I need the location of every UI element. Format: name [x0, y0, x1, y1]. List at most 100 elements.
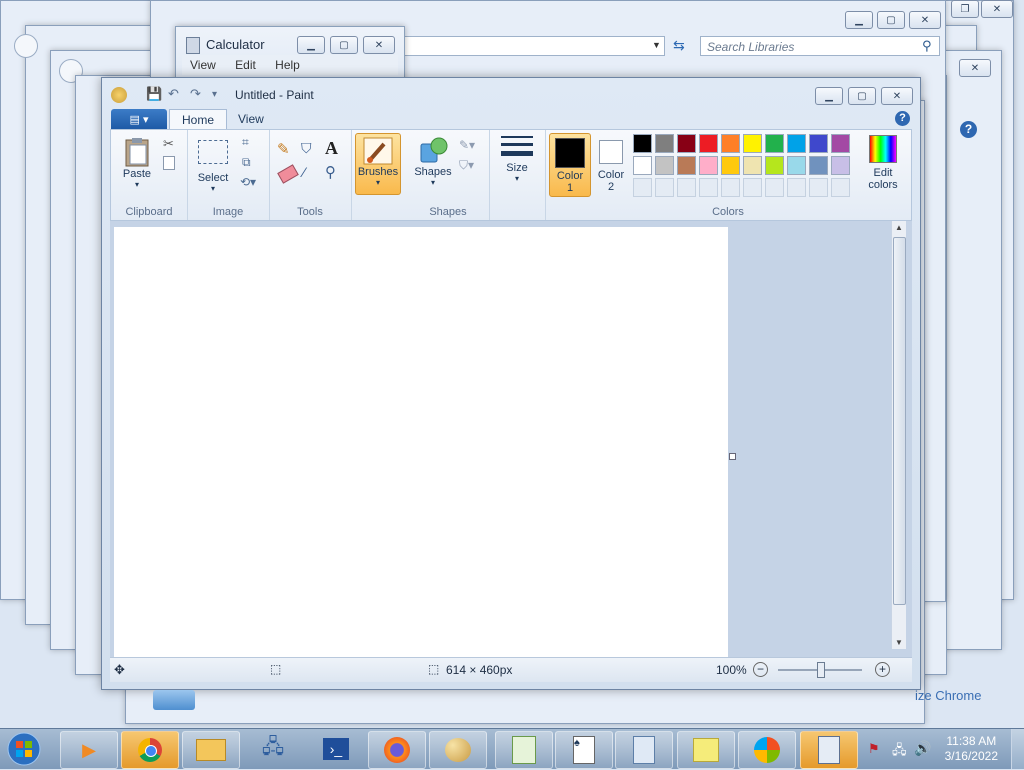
palette-custom-slot[interactable]: [831, 178, 850, 197]
edit-colors-button[interactable]: Edit colors: [863, 133, 903, 191]
action-center-icon[interactable]: ⚑: [868, 741, 880, 757]
taskbar-solitaire[interactable]: ♠: [555, 731, 613, 769]
palette-color-swatch[interactable]: [633, 156, 652, 175]
rotate-icon[interactable]: ⟲▾: [240, 175, 256, 189]
taskbar-powershell[interactable]: ›_: [308, 731, 364, 767]
taskbar-firefox[interactable]: [368, 731, 426, 769]
taskbar-network[interactable]: 🖧: [245, 731, 301, 767]
resize-icon[interactable]: ⧉: [242, 155, 251, 170]
brushes-button[interactable]: Brushes ▾: [355, 133, 401, 195]
palette-color-swatch[interactable]: [765, 156, 784, 175]
crop-icon[interactable]: ⌗: [242, 135, 249, 150]
palette-custom-slot[interactable]: [655, 178, 674, 197]
palette-color-swatch[interactable]: [721, 156, 740, 175]
palette-custom-slot[interactable]: [699, 178, 718, 197]
palette-color-swatch[interactable]: [809, 156, 828, 175]
color2-button[interactable]: Color 2: [593, 133, 629, 195]
palette-color-swatch[interactable]: [831, 156, 850, 175]
palette-custom-slot[interactable]: [633, 178, 652, 197]
eraser-icon[interactable]: [277, 164, 299, 184]
palette-color-swatch[interactable]: [787, 156, 806, 175]
palette-color-swatch[interactable]: [677, 134, 696, 153]
select-button[interactable]: Select ▾: [191, 136, 235, 193]
size-button[interactable]: Size ▾: [495, 136, 539, 183]
palette-color-swatch[interactable]: [655, 134, 674, 153]
maximize-button[interactable]: ▢: [877, 11, 905, 29]
restore-button[interactable]: ❐: [951, 0, 979, 18]
close-button[interactable]: ✕: [881, 87, 913, 105]
palette-color-swatch[interactable]: [743, 156, 762, 175]
palette-color-swatch[interactable]: [831, 134, 850, 153]
palette-color-swatch[interactable]: [699, 156, 718, 175]
minimize-button[interactable]: ▁: [815, 87, 843, 105]
vertical-scrollbar[interactable]: ▲ ▼: [891, 221, 906, 649]
taskbar-chrome[interactable]: [121, 731, 179, 769]
close-button[interactable]: ✕: [981, 0, 1013, 18]
taskbar-sticky-notes[interactable]: [677, 731, 735, 769]
shapes-button[interactable]: Shapes ▾: [411, 136, 455, 187]
palette-color-swatch[interactable]: [787, 134, 806, 153]
palette-color-swatch[interactable]: [721, 134, 740, 153]
help-icon[interactable]: ?: [960, 121, 977, 138]
menu-help[interactable]: Help: [275, 58, 300, 72]
scroll-up-arrow[interactable]: ▲: [892, 221, 906, 232]
palette-color-swatch[interactable]: [633, 134, 652, 153]
zoom-slider-thumb[interactable]: [817, 662, 825, 678]
taskbar-document[interactable]: [615, 731, 673, 769]
palette-color-swatch[interactable]: [743, 134, 762, 153]
zoom-out-icon[interactable]: −: [753, 662, 768, 677]
save-icon[interactable]: 💾: [146, 86, 162, 102]
redo-icon[interactable]: ↷: [190, 86, 201, 102]
palette-custom-slot[interactable]: [765, 178, 784, 197]
pencil-icon[interactable]: ✎: [277, 140, 297, 160]
address-bar[interactable]: [403, 36, 665, 56]
magnifier-icon[interactable]: ⚲: [325, 163, 336, 181]
palette-color-swatch[interactable]: [699, 134, 718, 153]
close-button[interactable]: ✕: [909, 11, 941, 29]
show-desktop-button[interactable]: [1011, 729, 1024, 769]
scroll-down-arrow[interactable]: ▼: [892, 638, 906, 647]
start-button[interactable]: [6, 731, 44, 767]
color1-button[interactable]: Color 1: [549, 133, 591, 197]
color-picker-icon[interactable]: ⁄: [303, 164, 305, 180]
close-button[interactable]: ✕: [959, 59, 991, 77]
palette-color-swatch[interactable]: [765, 134, 784, 153]
taskbar-paint[interactable]: [429, 731, 487, 769]
outline-icon[interactable]: ✎▾: [459, 138, 475, 152]
minimize-button[interactable]: ▁: [845, 11, 873, 29]
search-icon[interactable]: ⚲: [922, 38, 932, 54]
undo-icon[interactable]: ↶: [168, 86, 179, 102]
copy-icon[interactable]: [163, 156, 175, 170]
clock[interactable]: 11:38 AM 3/16/2022: [945, 734, 998, 764]
search-input[interactable]: Search Libraries: [700, 36, 940, 56]
tab-view[interactable]: View: [226, 109, 276, 129]
fill-icon[interactable]: ⛉: [301, 140, 321, 160]
taskbar-explorer[interactable]: [182, 731, 240, 769]
canvas-resize-handle[interactable]: [729, 453, 736, 460]
dropdown-arrow-icon[interactable]: ▼: [652, 40, 661, 50]
menu-edit[interactable]: Edit: [235, 58, 256, 72]
maximize-button[interactable]: ▢: [330, 36, 358, 54]
maximize-button[interactable]: ▢: [848, 87, 876, 105]
paint-window[interactable]: 💾 ↶ ↷ ▾ Untitled - Paint ▁ ▢ ✕ ▤ ▾ Home …: [101, 77, 921, 690]
taskbar-windows[interactable]: [738, 731, 796, 769]
refresh-icon[interactable]: ⇆: [673, 37, 685, 54]
palette-color-swatch[interactable]: [809, 134, 828, 153]
close-button[interactable]: ✕: [363, 36, 395, 54]
back-icon[interactable]: [14, 34, 38, 58]
scroll-thumb[interactable]: [893, 237, 906, 605]
palette-custom-slot[interactable]: [677, 178, 696, 197]
paste-button[interactable]: Paste ▾: [117, 136, 157, 189]
palette-custom-slot[interactable]: [787, 178, 806, 197]
fill-shape-icon[interactable]: ⛉▾: [459, 158, 474, 173]
paint-menu-button[interactable]: ▤ ▾: [111, 109, 167, 129]
menu-view[interactable]: View: [190, 58, 216, 72]
palette-custom-slot[interactable]: [743, 178, 762, 197]
palette-custom-slot[interactable]: [721, 178, 740, 197]
paint-app-icon[interactable]: [111, 87, 127, 103]
taskbar-media-player[interactable]: ▶: [60, 731, 118, 769]
network-tray-icon[interactable]: 🖧: [892, 741, 907, 763]
drawing-canvas[interactable]: [114, 227, 728, 657]
zoom-in-icon[interactable]: +: [875, 662, 890, 677]
tab-home[interactable]: Home: [169, 109, 228, 130]
